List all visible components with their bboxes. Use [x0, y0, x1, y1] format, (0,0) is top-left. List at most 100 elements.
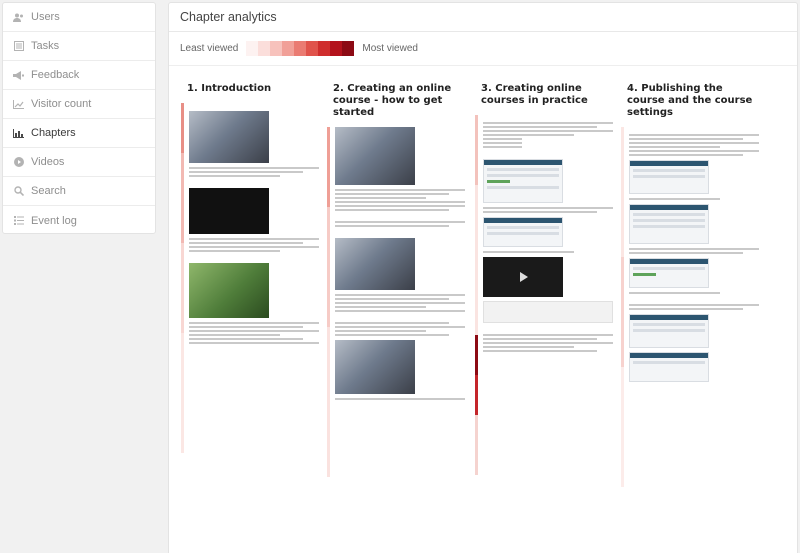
page-screenshot — [483, 217, 563, 247]
legend-swatch — [318, 41, 331, 56]
sidebar-item-feedback[interactable]: Feedback — [3, 61, 155, 90]
text-line — [335, 221, 465, 223]
text-line — [483, 346, 574, 348]
heat-strip — [621, 257, 624, 367]
chapter-title: 3. Creating online courses in practice — [481, 83, 588, 106]
text-line — [335, 225, 450, 227]
sidebar: Users Tasks Feedback Visitor count Chapt… — [2, 2, 156, 234]
sidebar-item-label: Videos — [31, 156, 65, 168]
chapter-title: 4. Publishing the course and the course … — [627, 83, 753, 118]
page-image — [335, 127, 415, 185]
chapter-analytics-panel: Chapter analytics Least viewed Most view… — [168, 2, 798, 553]
heat-strip — [475, 115, 478, 185]
text-line — [189, 326, 304, 328]
text-line — [189, 334, 280, 336]
section-heading — [189, 255, 319, 259]
text-line — [483, 334, 613, 336]
text-line — [335, 201, 465, 203]
sidebar-item-visitor-count[interactable]: Visitor count — [3, 90, 155, 119]
sidebar-item-label: Users — [31, 11, 60, 23]
chapter-page-preview — [621, 127, 759, 487]
text-line — [629, 292, 720, 294]
section-heading — [335, 214, 465, 218]
text-line — [483, 122, 613, 124]
page-screenshot — [629, 352, 709, 382]
legend-least-label: Least viewed — [180, 43, 239, 54]
text-line — [629, 150, 759, 152]
sidebar-item-event-log[interactable]: Event log — [3, 206, 155, 235]
heat-strip — [181, 333, 184, 453]
chapter-title: 2. Creating an online course - how to ge… — [333, 83, 452, 118]
megaphone-icon — [13, 70, 24, 81]
section-heading — [629, 297, 759, 301]
list-icon — [13, 215, 24, 226]
text-line — [483, 251, 574, 253]
users-icon — [13, 12, 24, 23]
page-screenshot — [629, 314, 709, 348]
chapter-column[interactable]: 1. Introduction — [181, 83, 319, 453]
legend-swatch — [294, 41, 307, 56]
section-heading — [335, 315, 465, 319]
text-line — [483, 134, 574, 136]
sidebar-item-label: Tasks — [31, 40, 60, 52]
heat-strip — [181, 153, 184, 243]
text-line — [189, 175, 280, 177]
text-line — [335, 306, 426, 308]
heat-strip — [181, 103, 184, 153]
text-line — [335, 189, 465, 191]
section-heading — [189, 180, 319, 184]
text-line — [335, 334, 450, 336]
legend-swatch — [270, 41, 283, 56]
sidebar-item-label: Search — [31, 185, 66, 197]
sidebar-item-label: Visitor count — [31, 98, 92, 110]
text-line — [483, 342, 613, 344]
text-line — [629, 134, 759, 136]
heat-strip — [475, 375, 478, 415]
section-heading — [483, 151, 613, 155]
text-line — [629, 142, 759, 144]
sidebar-item-tasks[interactable]: Tasks — [3, 32, 155, 61]
text-line — [189, 246, 319, 248]
section-heading — [483, 327, 613, 331]
heat-strip — [327, 127, 330, 207]
text-line — [335, 209, 450, 211]
note-box — [483, 301, 613, 323]
chapter-column[interactable]: 4. Publishing the course and the course … — [621, 83, 759, 487]
text-line — [483, 338, 598, 340]
text-line — [483, 126, 598, 128]
chapter-column[interactable]: 3. Creating online courses in practice — [475, 83, 613, 475]
text-line — [629, 154, 744, 156]
sidebar-item-label: Event log — [31, 214, 77, 227]
play-icon — [13, 157, 24, 168]
chapter-page-preview — [475, 115, 613, 475]
text-line — [629, 138, 744, 140]
sidebar-item-chapters[interactable]: Chapters — [3, 119, 155, 148]
sidebar-item-search[interactable]: Search — [3, 177, 155, 206]
page-image — [189, 188, 269, 234]
tasks-icon — [13, 41, 24, 52]
page-image — [335, 238, 415, 290]
text-line — [629, 304, 759, 306]
chapter-column[interactable]: 2. Creating an online course - how to ge… — [327, 83, 465, 477]
text-line — [629, 198, 720, 200]
text-line — [483, 350, 598, 352]
sidebar-item-users[interactable]: Users — [3, 3, 155, 32]
section-heading — [189, 103, 319, 107]
text-line — [189, 167, 319, 169]
heat-strip — [327, 207, 330, 327]
text-line — [189, 342, 319, 344]
page-screenshot — [629, 204, 709, 244]
page-video — [483, 257, 563, 297]
sidebar-item-label: Feedback — [31, 69, 80, 81]
text-line — [189, 250, 280, 252]
heat-strip — [327, 327, 330, 477]
text-line — [189, 322, 319, 324]
heat-strip — [181, 243, 184, 333]
legend-swatch — [258, 41, 271, 56]
heat-strip — [475, 185, 478, 335]
section-heading — [629, 127, 759, 131]
text-line — [335, 310, 465, 312]
sidebar-item-videos[interactable]: Videos — [3, 148, 155, 177]
text-line — [189, 242, 304, 244]
sidebar-item-label: Chapters — [31, 127, 76, 139]
